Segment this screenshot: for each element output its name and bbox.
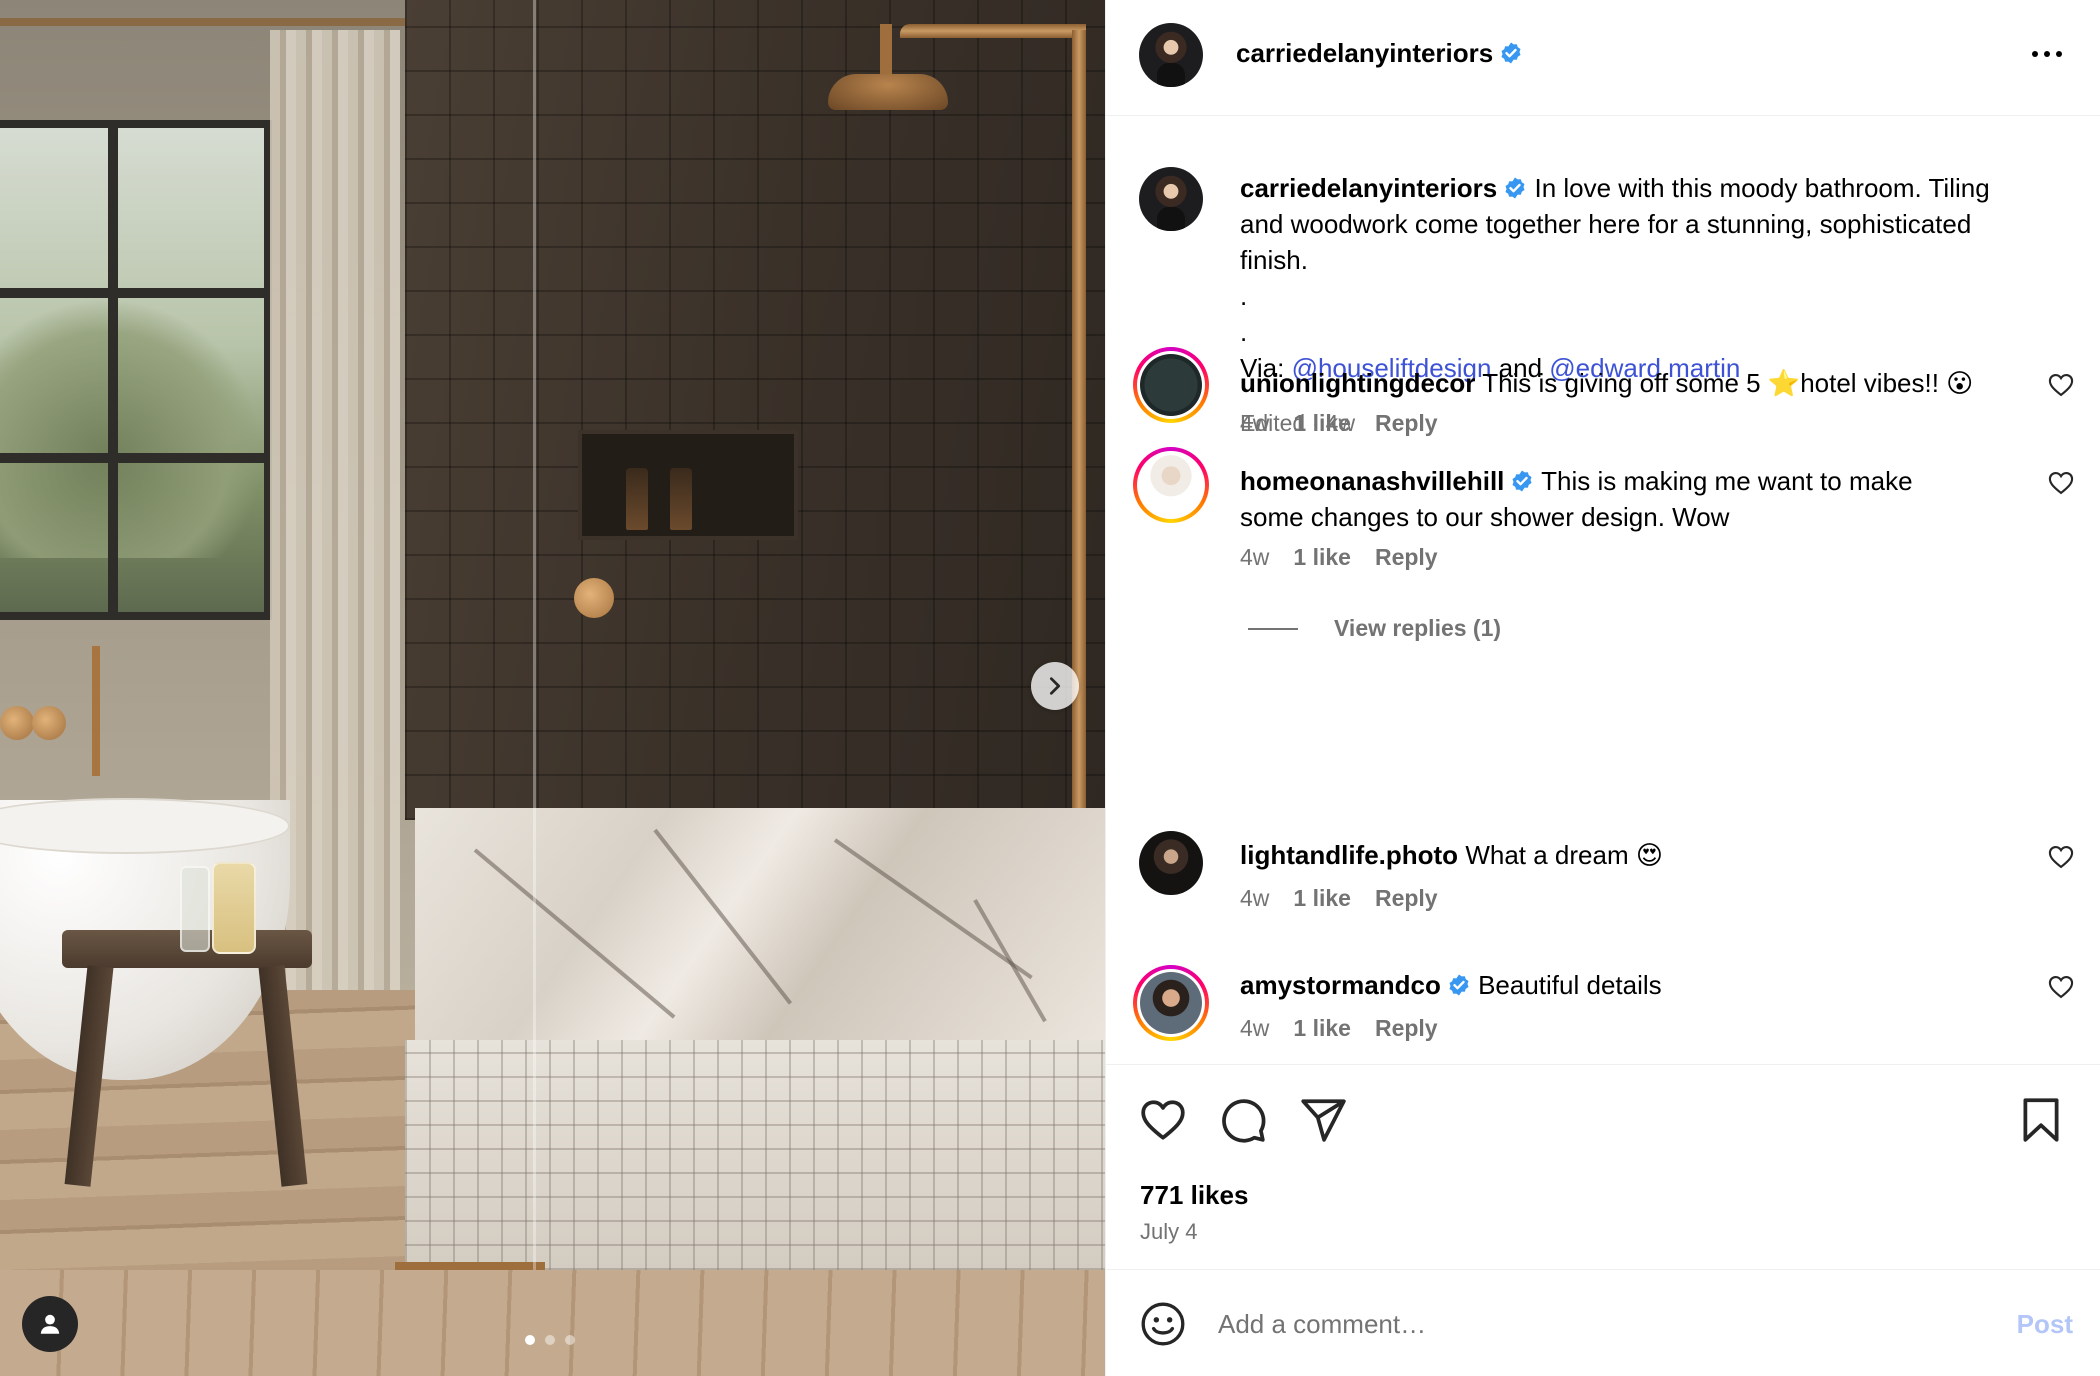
post-photo[interactable] [0,0,1105,1376]
avatar[interactable] [1139,23,1203,87]
comment-username[interactable]: unionlightingdecor [1240,368,1475,398]
post-actions: 771 likes July 4 [1106,1064,2100,1270]
carousel-next-button[interactable] [1031,662,1079,710]
reply-button[interactable]: Reply [1375,885,1438,912]
avatar [1140,972,1202,1034]
comment-meta: 4w 1 like Reply [1240,410,1438,437]
avatar [1140,454,1202,516]
comment-meta: 4w 1 like Reply [1240,544,1438,571]
verified-badge-icon [1505,177,1525,199]
verified-badge-icon [1501,42,1521,64]
caption-line: finish. [1240,245,1308,275]
carousel-indicator [525,1335,575,1345]
caption-dot: . [1240,281,1248,311]
comment-username[interactable]: lightandlife.photo [1240,840,1458,870]
post-header: carriedelanyinteriors [1106,0,2100,116]
comment-likes[interactable]: 1 like [1293,544,1351,571]
reply-button[interactable]: Reply [1375,544,1438,571]
comment-time: 4w [1240,885,1270,911]
reply-button[interactable]: Reply [1375,410,1438,437]
story-ring[interactable] [1133,347,1209,423]
caption-line: and woodwork come together here for a st… [1240,209,1972,239]
comment-time: 4w [1240,1015,1270,1041]
avatar[interactable] [1139,831,1203,895]
comment-time: 4w [1240,544,1270,570]
comment-body: What a dream 😍 [1465,840,1663,870]
comment-meta: 4w 1 like Reply [1240,1015,1438,1042]
caption-dot: . [1240,317,1248,347]
comment-body: This is making me want to make [1541,466,1913,496]
comment-username[interactable]: amystormandco [1240,970,1441,1000]
carousel-dot [565,1335,575,1345]
caption-text: carriedelanyinteriors In love with this … [1240,170,2040,386]
comment-text: unionlightingdecor This is giving off so… [1240,365,2040,401]
verified-badge-icon [1449,974,1469,996]
comments-list[interactable]: carriedelanyinteriors In love with this … [1106,117,2100,1064]
heart-icon[interactable] [2047,371,2075,399]
avatar[interactable] [1139,167,1203,231]
more-options-icon[interactable] [2025,40,2069,68]
comment-text: lightandlife.photo What a dream 😍 [1240,837,2040,873]
divider [1248,627,1298,630]
view-replies-label: View replies (1) [1334,615,1502,641]
bookmark-icon[interactable] [2016,1095,2066,1145]
comment-input[interactable] [1218,1301,1978,1347]
emoji-icon[interactable] [1138,1299,1188,1349]
share-icon[interactable] [1298,1095,1348,1145]
comment-time: 4w [1240,410,1270,436]
comment-text: amystormandco Beautiful details [1240,967,2040,1003]
author-username-row[interactable]: carriedelanyinteriors [1236,38,1523,69]
comment-likes[interactable]: 1 like [1293,1015,1351,1042]
story-ring[interactable] [1133,965,1209,1041]
avatar [1140,354,1202,416]
comment-body: some changes to our shower design. Wow [1240,502,1730,532]
heart-icon[interactable] [1138,1095,1188,1145]
user-tag-icon [40,1314,60,1334]
author-username[interactable]: carriedelanyinteriors [1236,38,1493,68]
comment-username[interactable]: homeonanashvillehill [1240,466,1504,496]
heart-icon[interactable] [2047,843,2075,871]
heart-icon[interactable] [2047,469,2075,497]
post-sidebar: carriedelanyinteriors carriedelanyinteri… [1105,0,2100,1376]
post-date[interactable]: July 4 [1140,1219,1197,1245]
caption-username[interactable]: carriedelanyinteriors [1240,173,1497,203]
heart-icon[interactable] [2047,973,2075,1001]
comment-likes[interactable]: 1 like [1293,885,1351,912]
comment-icon[interactable] [1218,1095,1268,1145]
caption-line: In love with this moody bathroom. Tiling [1534,173,1990,203]
carousel-dot [545,1335,555,1345]
chevron-right-icon [1049,677,1061,695]
bathroom-image [0,0,1105,1376]
verified-badge-icon [1512,470,1532,492]
story-ring[interactable] [1133,447,1209,523]
comment-body: This is giving off some 5 ⭐hotel vibes!!… [1482,368,1974,398]
carousel-dot [525,1335,535,1345]
reply-button[interactable]: Reply [1375,1015,1438,1042]
comment-meta: 4w 1 like Reply [1240,885,1438,912]
comment-likes[interactable]: 1 like [1293,410,1351,437]
tagged-users-button[interactable] [22,1296,78,1352]
view-replies-button[interactable]: View replies (1) [1248,615,1501,642]
comment-body: Beautiful details [1478,970,1662,1000]
comment-composer: Post [1106,1271,2100,1376]
likes-count[interactable]: 771 likes [1140,1180,1248,1211]
comment-text: homeonanashvillehill This is making me w… [1240,463,2040,535]
post-button[interactable]: Post [2017,1309,2073,1340]
